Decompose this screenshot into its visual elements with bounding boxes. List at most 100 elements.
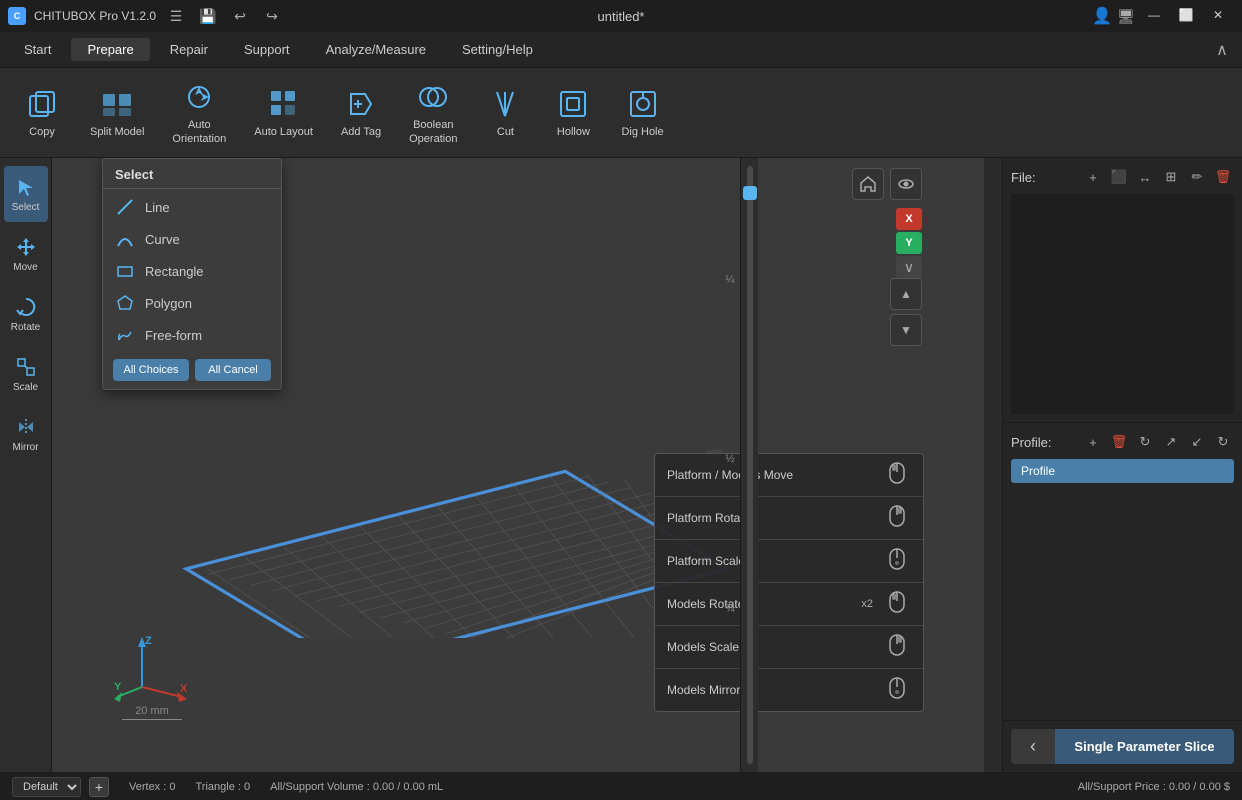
slider-track[interactable]: ¼ ½ ¾ (747, 166, 753, 764)
new-doc-icon[interactable]: ☰ (164, 4, 188, 28)
toolbar-split-model[interactable]: Split Model (80, 80, 154, 145)
file-edit-button[interactable]: ✏ (1186, 166, 1208, 188)
all-cancel-button[interactable]: All Cancel (195, 359, 271, 381)
left-sidebar: Select Move Rotate Scale Mirror (0, 158, 52, 772)
profile-refresh-button[interactable]: ↻ (1134, 431, 1156, 453)
undo-icon[interactable]: ↩ (228, 4, 252, 28)
slider-thumb[interactable] (743, 186, 757, 200)
add-profile-button[interactable]: + (89, 777, 109, 797)
toolbar-auto-layout[interactable]: Auto Layout (244, 80, 323, 145)
monitor-icon[interactable]: 🖥 (1114, 4, 1138, 28)
y-axis-button[interactable]: Y (896, 232, 922, 254)
scale-label: 20 mm (112, 705, 192, 717)
toolbar-copy[interactable]: Copy (12, 80, 72, 145)
rotate-label: Rotate (11, 322, 40, 333)
main-area: Select Move Rotate Scale Mirror (0, 158, 1242, 772)
slice-collapse-button[interactable]: ‹ (1011, 729, 1055, 764)
menu-tab-analyze[interactable]: Analyze/Measure (310, 38, 442, 61)
copy-icon (24, 86, 60, 122)
selection-polygon[interactable]: Polygon (103, 287, 281, 319)
support-volume: All/Support Volume : 0.00 / 0.00 mL (270, 781, 443, 793)
file-grid-button[interactable]: ⊞ (1160, 166, 1182, 188)
selection-freeform[interactable]: Free-form (103, 319, 281, 351)
sidebar-move-btn[interactable]: Move (4, 226, 48, 282)
sidebar-select-btn[interactable]: Select (4, 166, 48, 222)
file-view-button[interactable]: ⬛ (1108, 166, 1130, 188)
user-icon[interactable]: 👤 (1090, 4, 1114, 28)
rotate-up-button[interactable]: ▲ (890, 278, 922, 310)
menu-tab-settings[interactable]: Setting/Help (446, 38, 549, 61)
home-view-button[interactable] (852, 168, 884, 200)
menubar-collapse-icon[interactable]: ∧ (1210, 38, 1234, 62)
selection-rectangle[interactable]: Rectangle (103, 255, 281, 287)
mouse-icon-3 (883, 547, 911, 575)
toolbar-add-tag[interactable]: Add Tag (331, 80, 391, 145)
file-delete-button[interactable]: 🗑 (1212, 166, 1234, 188)
x-axis-button[interactable]: X (896, 208, 922, 230)
cut-icon (487, 86, 523, 122)
minimize-button[interactable]: — (1138, 4, 1170, 26)
axis-expand-button[interactable]: ∨ (896, 256, 922, 278)
freeform-label: Free-form (145, 328, 202, 343)
file-panel: File: + ⬛ ↔ ⊞ ✏ 🗑 (1003, 158, 1242, 423)
move-icon (14, 235, 38, 259)
rotate-down-button[interactable]: ▼ (890, 314, 922, 346)
half-mark: ½ (725, 453, 734, 465)
sidebar-rotate-btn[interactable]: Rotate (4, 286, 48, 342)
menu-tab-support[interactable]: Support (228, 38, 306, 61)
sidebar-mirror-btn[interactable]: Mirror (4, 406, 48, 462)
profile-export-button[interactable]: ↗ (1160, 431, 1182, 453)
split-model-label: Split Model (90, 126, 144, 139)
toolbar-cut[interactable]: Cut (475, 80, 535, 145)
mouse-icon-5 (883, 633, 911, 661)
eye-view-button[interactable] (890, 168, 922, 200)
profile-add-button[interactable]: + (1082, 431, 1104, 453)
file-swap-button[interactable]: ↔ (1134, 166, 1156, 188)
selection-curve[interactable]: Curve (103, 223, 281, 255)
mouse-icon-1 (883, 461, 911, 489)
auto-layout-label: Auto Layout (254, 126, 313, 139)
toolbar: Copy Split Model Auto Orientation Auto L… (0, 68, 1242, 158)
viewport[interactable]: Select Line Curve Rectangle (52, 158, 984, 772)
line-icon (115, 197, 135, 217)
maximize-button[interactable]: ⬜ (1170, 4, 1202, 26)
profile-active-item[interactable]: Profile (1011, 459, 1234, 483)
svg-text:Y: Y (114, 681, 122, 693)
redo-icon[interactable]: ↪ (260, 4, 284, 28)
profile-dropdown[interactable]: Default (12, 777, 81, 797)
save-icon[interactable]: 💾 (196, 4, 220, 28)
hollow-label: Hollow (557, 126, 590, 139)
select-label: Select (12, 202, 40, 213)
polygon-label: Polygon (145, 296, 192, 311)
profile-delete-button[interactable]: 🗑 (1108, 431, 1130, 453)
menu-tab-start[interactable]: Start (8, 38, 67, 61)
menubar: Start Prepare Repair Support Analyze/Mea… (0, 32, 1242, 68)
split-model-icon (99, 86, 135, 122)
all-choices-button[interactable]: All Choices (113, 359, 189, 381)
toolbar-boolean[interactable]: Boolean Operation (399, 73, 467, 151)
menu-tab-prepare[interactable]: Prepare (71, 38, 149, 61)
svg-text:Z: Z (145, 635, 152, 647)
sidebar-scale-btn[interactable]: Scale (4, 346, 48, 402)
menu-tab-repair[interactable]: Repair (154, 38, 224, 61)
profile-sync-button[interactable]: ↻ (1212, 431, 1234, 453)
close-button[interactable]: ✕ (1202, 4, 1234, 26)
polygon-icon (115, 293, 135, 313)
three-quarter-mark: ¾ (725, 603, 734, 615)
scale-label: Scale (13, 382, 38, 393)
profile-panel: Profile: + 🗑 ↻ ↗ ↙ ↻ Profile (1003, 423, 1242, 720)
toolbar-hollow[interactable]: Hollow (543, 80, 603, 145)
add-tag-icon (343, 86, 379, 122)
selection-divider-1 (103, 188, 281, 189)
single-parameter-slice-button[interactable]: Single Parameter Slice (1055, 729, 1234, 764)
toolbar-auto-orientation[interactable]: Auto Orientation (162, 73, 236, 151)
mouse-icon-6 (883, 676, 911, 704)
profile-import-button[interactable]: ↙ (1186, 431, 1208, 453)
viewport-top-controls (852, 168, 922, 200)
selection-menu: Select Line Curve Rectangle (102, 158, 282, 390)
file-add-button[interactable]: + (1082, 166, 1104, 188)
toolbar-dig-hole[interactable]: Dig Hole (611, 80, 673, 145)
svg-text:X: X (180, 683, 188, 695)
direction-controls: ▲ ▼ (890, 278, 922, 346)
selection-line[interactable]: Line (103, 191, 281, 223)
